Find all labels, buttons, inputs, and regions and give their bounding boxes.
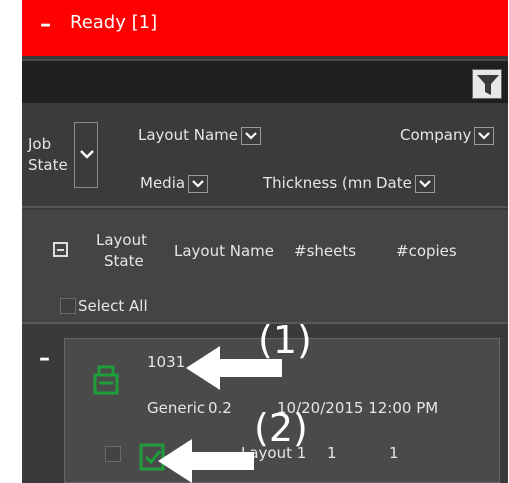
job-queue-panel: – Ready [1] Job State Layout Name Compan… — [22, 0, 508, 483]
copies-header: #copies — [396, 242, 457, 260]
collapse-all-icon[interactable] — [53, 242, 68, 257]
select-all-label[interactable]: Select All — [78, 297, 148, 315]
chevron-down-icon[interactable] — [79, 148, 95, 160]
chevron-down-icon[interactable] — [474, 126, 495, 145]
thickness-header[interactable]: Thickness (mn — [263, 174, 372, 192]
ready-group-header[interactable]: – Ready [1] — [22, 0, 508, 56]
date-header[interactable]: Date — [376, 174, 435, 193]
select-all-checkbox[interactable] — [60, 298, 76, 314]
filter-button[interactable] — [472, 69, 502, 99]
annotation-1: (1) — [258, 318, 312, 362]
collapse-icon[interactable]: – — [39, 346, 50, 371]
job-media: Generic — [147, 399, 206, 417]
job-name: 1031 — [147, 353, 186, 371]
job-icon — [93, 365, 119, 395]
chevron-down-icon[interactable] — [241, 126, 262, 145]
job-thickness: 0.2 — [208, 399, 232, 417]
ready-group-title: Ready [1] — [70, 12, 158, 33]
company-header[interactable]: Company — [400, 126, 495, 145]
chevron-down-icon[interactable] — [414, 174, 435, 193]
annotation-2: (2) — [254, 406, 308, 450]
layout-column-headers: Layout State Layout Name #sheets #copies… — [22, 210, 508, 324]
toolbar — [22, 59, 508, 103]
chevron-down-icon[interactable] — [188, 174, 209, 193]
funnel-icon — [477, 75, 499, 95]
arrow-left-icon — [158, 439, 254, 483]
media-header[interactable]: Media — [140, 174, 209, 193]
layout-checkbox[interactable] — [105, 446, 121, 462]
layout-state-header: Layout State — [96, 231, 147, 270]
job-column-headers: Job State Layout Name Company Media Thic… — [22, 104, 508, 208]
layout-name-header: Layout Name — [174, 242, 275, 260]
layout-name-header[interactable]: Layout Name — [138, 126, 262, 145]
job-state-header: Job State — [28, 135, 68, 174]
sheets-header: #sheets — [294, 242, 357, 260]
layout-copies: 1 — [389, 444, 399, 462]
collapse-icon[interactable]: – — [40, 12, 51, 37]
layout-sheets: 1 — [327, 444, 337, 462]
